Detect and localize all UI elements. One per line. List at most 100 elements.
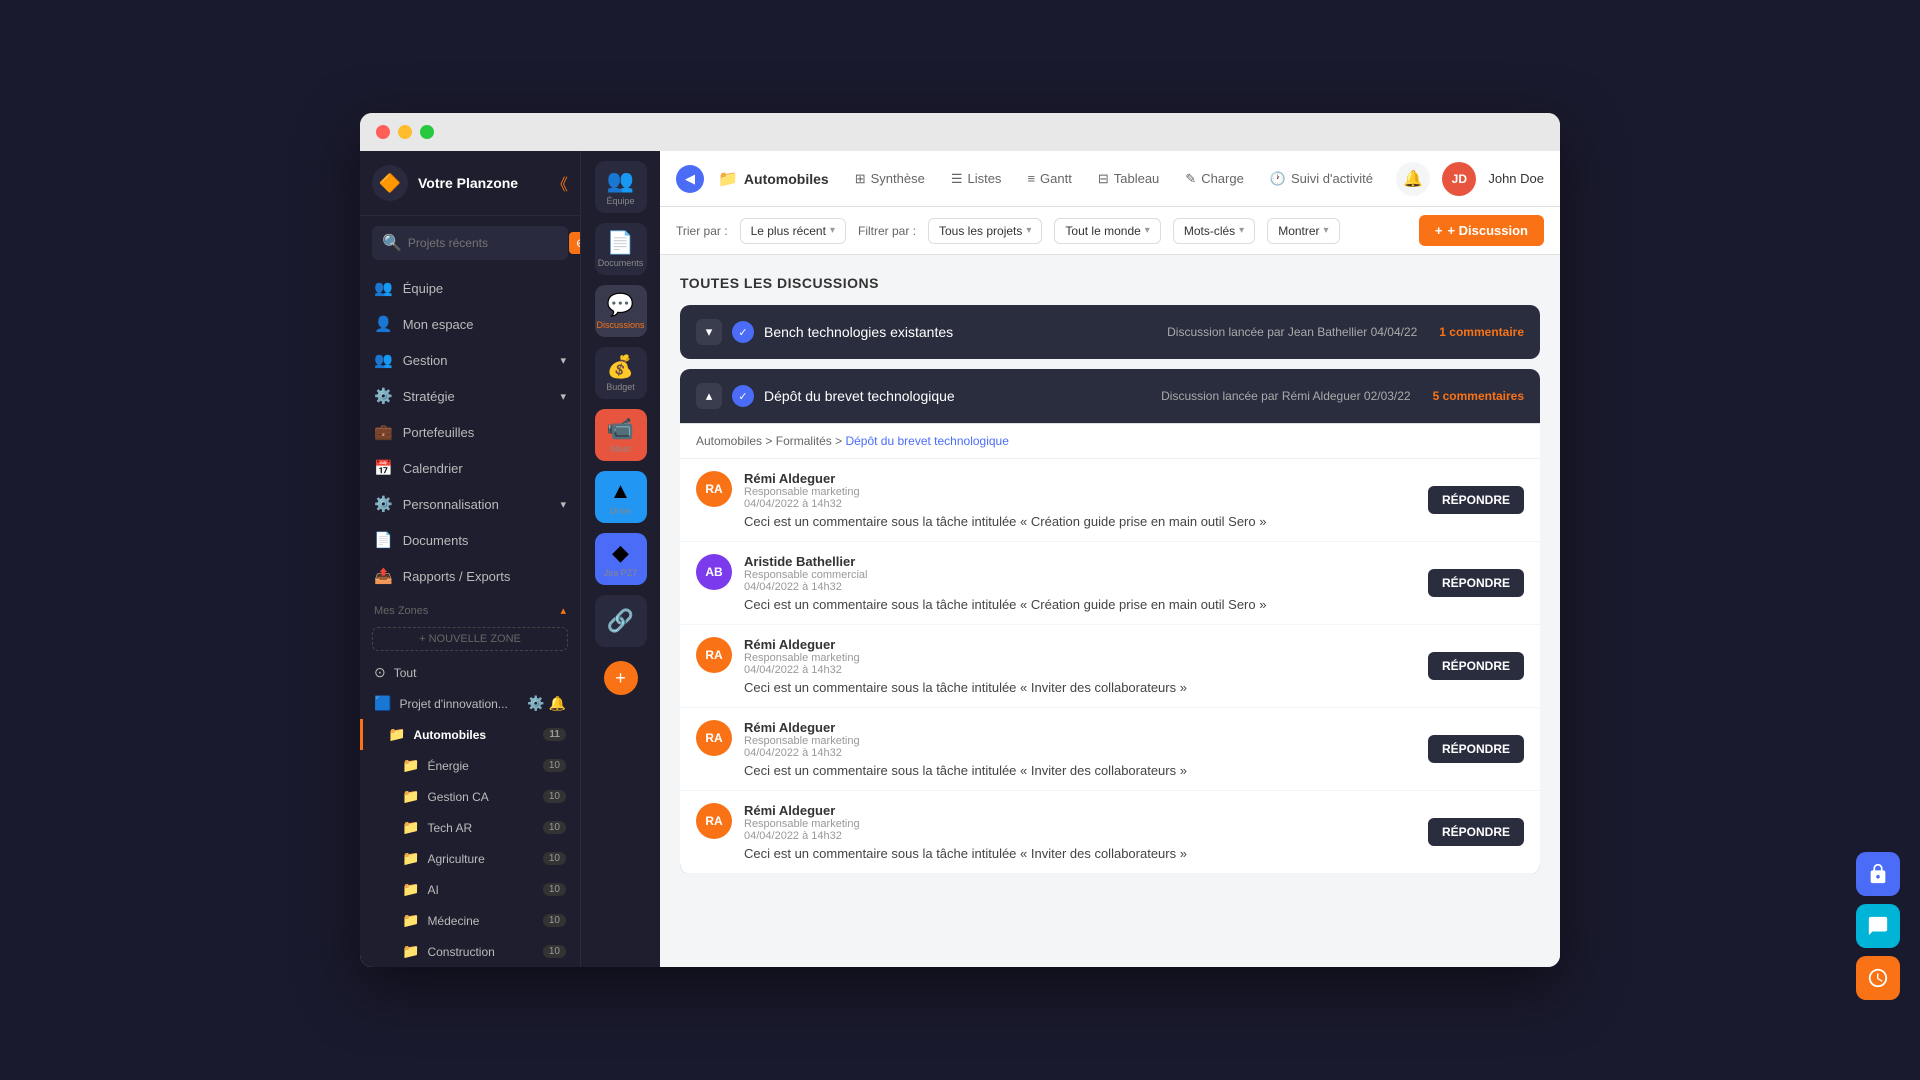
- reply-button-4[interactable]: RÉPONDRE: [1428, 735, 1524, 763]
- sidebar-item-rapports[interactable]: 📤 Rapports / Exports: [360, 558, 580, 594]
- sidebar-item-documents[interactable]: 📄 Documents: [360, 522, 580, 558]
- listes-label: Listes: [967, 171, 1001, 186]
- sidebar-item-label: Documents: [403, 533, 469, 548]
- comment-info-4: Rémi Aldeguer Responsable marketing 04/0…: [744, 720, 1416, 778]
- sidebar-item-equipe[interactable]: 👥 Équipe: [360, 270, 580, 306]
- sidebar-zone-medecine[interactable]: 📁 Médecine 10: [360, 905, 580, 936]
- new-zone-button[interactable]: + NOUVELLE ZONE: [372, 627, 568, 651]
- panel-documents[interactable]: 📄 Documents: [595, 223, 647, 275]
- sidebar-item-personnalisation[interactable]: ⚙️ Personnalisation ▾: [360, 486, 580, 522]
- discussion-header-1[interactable]: ▾ ✓ Bench technologies existantes Discus…: [680, 305, 1540, 359]
- comment-role-1: Responsable marketing: [744, 486, 1416, 498]
- notification-button[interactable]: 🔔: [1396, 162, 1430, 196]
- filter-monde-chevron-icon: ▾: [1145, 225, 1150, 236]
- filter-monde-select[interactable]: Tout le monde ▾: [1054, 218, 1160, 244]
- sidebar-zone-automobiles[interactable]: 📁 Automobiles 11: [360, 719, 580, 750]
- breadcrumb-link[interactable]: Dépôt du brevet technologique: [845, 434, 1008, 448]
- sidebar-zone-ai[interactable]: 📁 AI 10: [360, 874, 580, 905]
- new-discussion-button[interactable]: + + Discussion: [1419, 215, 1544, 246]
- synthese-label: Synthèse: [871, 171, 925, 186]
- sidebar-item-label: Personnalisation: [403, 497, 499, 512]
- sidebar-zone-agriculture[interactable]: 📁 Agriculture 10: [360, 843, 580, 874]
- filter-projets-select[interactable]: Tous les projets ▾: [928, 218, 1042, 244]
- discussion-check-2: ✓: [732, 385, 754, 407]
- ai-badge: 10: [543, 883, 566, 896]
- trier-label: Trier par :: [676, 224, 728, 238]
- project-folder-icon: 📁: [718, 169, 738, 189]
- reply-button-1[interactable]: RÉPONDRE: [1428, 486, 1524, 514]
- discussion-meta-1: Discussion lancée par Jean Bathellier 04…: [1167, 325, 1417, 339]
- equipe-icon: 👥: [374, 279, 393, 297]
- drive-panel-icon: ▲: [610, 478, 632, 504]
- sidebar-item-mon-espace[interactable]: 👤 Mon espace: [360, 306, 580, 342]
- back-button[interactable]: ◀: [676, 165, 704, 193]
- sidebar-item-strategie[interactable]: ⚙️ Stratégie ▾: [360, 378, 580, 414]
- discussion-meta-2: Discussion lancée par Rémi Aldeguer 02/0…: [1161, 389, 1410, 403]
- suivi-label: Suivi d'activité: [1291, 171, 1373, 186]
- construction-badge: 10: [543, 945, 566, 958]
- widget-timer-button[interactable]: [1856, 956, 1900, 1000]
- reply-button-5[interactable]: RÉPONDRE: [1428, 818, 1524, 846]
- filter-montrer-select[interactable]: Montrer ▾: [1267, 218, 1339, 244]
- discussion-toggle-1[interactable]: ▾: [696, 319, 722, 345]
- sidebar-zone-tech-ar[interactable]: 📁 Tech AR 10: [360, 812, 580, 843]
- agriculture-folder-icon: 📁: [402, 850, 419, 867]
- panel-drive[interactable]: ▲ Drive: [595, 471, 647, 523]
- comment-row-2: AB Aristide Bathellier Responsable comme…: [680, 542, 1540, 625]
- chevron-down-icon: ▾: [560, 390, 566, 403]
- comment-text-4: Ceci est un commentaire sous la tâche in…: [744, 763, 1416, 778]
- panel-budget[interactable]: 💰 Budget: [595, 347, 647, 399]
- tab-tableau[interactable]: ⊟ Tableau: [1086, 163, 1171, 195]
- discussion-title-2: Dépôt du brevet technologique: [764, 388, 955, 404]
- suivi-icon: 🕐: [1270, 171, 1286, 187]
- sidebar-item-portefeuilles[interactable]: 💼 Portefeuilles: [360, 414, 580, 450]
- sidebar-logo: 🔶: [372, 165, 408, 201]
- sidebar-search-bar[interactable]: 🔍 ⊕: [372, 226, 568, 260]
- widget-share-button[interactable]: [1856, 852, 1900, 896]
- sidebar-collapse-button[interactable]: 《: [552, 171, 568, 195]
- add-panel-button[interactable]: +: [604, 661, 638, 695]
- search-input[interactable]: [408, 236, 563, 250]
- tab-synthese[interactable]: ⊞ Synthèse: [843, 163, 937, 195]
- chevron-down-icon: ▾: [560, 354, 566, 367]
- widget-chat-button[interactable]: [1856, 904, 1900, 948]
- discussion-title-1: Bench technologies existantes: [764, 324, 953, 340]
- breadcrumb-part1: Automobiles: [696, 434, 762, 448]
- panel-equipe[interactable]: 👥 Équipe: [595, 161, 647, 213]
- discussion-header-2[interactable]: ▴ ✓ Dépôt du brevet technologique Discus…: [680, 369, 1540, 423]
- sidebar-zone-construction[interactable]: 📁 Construction 10: [360, 936, 580, 967]
- panel-link[interactable]: 🔗: [595, 595, 647, 647]
- panel-discussions[interactable]: 💬 Discussions: [595, 285, 647, 337]
- sidebar-item-gestion[interactable]: 👥 Gestion ▾: [360, 342, 580, 378]
- search-submit-icon[interactable]: ⊕: [569, 232, 580, 254]
- budget-panel-label: Budget: [606, 382, 635, 392]
- sidebar-item-label: Gestion: [403, 353, 448, 368]
- tableau-icon: ⊟: [1098, 171, 1109, 187]
- trier-select[interactable]: Le plus récent ▾: [740, 218, 846, 244]
- panel-jira[interactable]: ◆ Jira PZ7: [595, 533, 647, 585]
- filter-mots-select[interactable]: Mots-clés ▾: [1173, 218, 1255, 244]
- sidebar-item-calendrier[interactable]: 📅 Calendrier: [360, 450, 580, 486]
- comment-avatar-3: RA: [696, 637, 732, 673]
- jira-panel-icon: ◆: [612, 540, 629, 566]
- close-button[interactable]: [376, 125, 390, 139]
- panel-meet[interactable]: 📹 Meet: [595, 409, 647, 461]
- minimize-button[interactable]: [398, 125, 412, 139]
- sidebar-zone-tout[interactable]: ⊙ Tout: [360, 657, 580, 688]
- comment-role-4: Responsable marketing: [744, 735, 1416, 747]
- comment-author-3: Rémi Aldeguer: [744, 637, 1416, 652]
- tab-suivi[interactable]: 🕐 Suivi d'activité: [1258, 163, 1385, 195]
- maximize-button[interactable]: [420, 125, 434, 139]
- tab-charge[interactable]: ✎ Charge: [1173, 163, 1256, 195]
- tab-gantt[interactable]: ≡ Gantt: [1015, 163, 1083, 194]
- reply-button-2[interactable]: RÉPONDRE: [1428, 569, 1524, 597]
- discussion-toggle-2[interactable]: ▴: [696, 383, 722, 409]
- reply-button-3[interactable]: RÉPONDRE: [1428, 652, 1524, 680]
- tab-listes[interactable]: ☰ Listes: [939, 163, 1014, 195]
- sidebar-zone-innovation[interactable]: 🟦 Projet d'innovation... ⚙️ 🔔: [360, 688, 580, 719]
- chevron-down-icon: ▾: [560, 498, 566, 511]
- sidebar-zone-gestion-ca[interactable]: 📁 Gestion CA 10: [360, 781, 580, 812]
- project-tab[interactable]: 📁 Automobiles: [708, 163, 839, 195]
- sidebar-zone-energie[interactable]: 📁 Énergie 10: [360, 750, 580, 781]
- comment-info-1: Rémi Aldeguer Responsable marketing 04/0…: [744, 471, 1416, 529]
